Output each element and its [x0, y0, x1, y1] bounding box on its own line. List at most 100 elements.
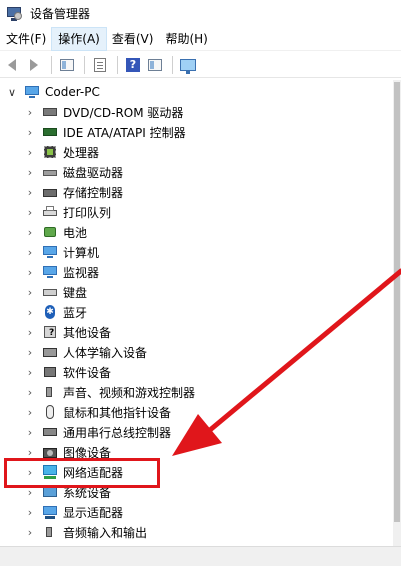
tree-item[interactable]: › DVD/CD-ROM 驱动器 [24, 102, 184, 122]
chevron-right-icon[interactable]: › [24, 406, 36, 419]
chevron-right-icon[interactable]: › [24, 226, 36, 239]
tree-item-label: 通用串行总线控制器 [63, 425, 172, 440]
speaker-icon [42, 384, 58, 400]
tree-item-label: 处理器 [63, 145, 100, 160]
tree-item-label: 监视器 [63, 265, 100, 280]
forward-arrow-icon [30, 58, 38, 71]
tree-item[interactable]: › 鼠标和其他指针设备 [24, 402, 171, 422]
chevron-right-icon[interactable]: › [24, 326, 36, 339]
back-button[interactable] [2, 55, 22, 75]
chevron-right-icon[interactable]: › [24, 346, 36, 359]
tree-item-label: 打印队列 [63, 205, 112, 220]
chevron-right-icon[interactable]: › [24, 366, 36, 379]
scan-hardware-button[interactable] [178, 55, 198, 75]
software-device-icon [42, 364, 58, 380]
tree-item[interactable]: › 打印队列 [24, 202, 111, 222]
status-bar [0, 546, 401, 566]
tree-item-label: 软件设备 [63, 365, 112, 380]
tree-item-label: 音频输入和输出 [63, 525, 148, 540]
tree-item[interactable]: › ✱ 蓝牙 [24, 302, 87, 322]
tree-item-label: 鼠标和其他指针设备 [63, 405, 172, 420]
view-icon [148, 58, 162, 71]
processor-icon [42, 144, 58, 160]
bluetooth-icon: ✱ [45, 305, 55, 319]
toolbar-separator [172, 55, 173, 74]
storage-controller-icon [42, 184, 58, 200]
properties-button[interactable] [57, 55, 77, 75]
tree-item[interactable]: › 监视器 [24, 262, 99, 282]
tree-root[interactable]: ∨ Coder-PC [6, 82, 100, 102]
tree-item[interactable]: › 人体学输入设备 [24, 342, 147, 362]
chevron-right-icon[interactable]: › [24, 426, 36, 439]
tree-item[interactable]: › 处理器 [24, 142, 99, 162]
toolbar-separator [117, 55, 118, 74]
chevron-right-icon[interactable]: › [24, 206, 36, 219]
device-manager-icon [6, 6, 22, 22]
computer-icon [42, 244, 58, 260]
back-arrow-icon [8, 58, 16, 71]
vertical-scrollbar[interactable] [393, 80, 401, 546]
dvd-drive-icon [42, 104, 58, 120]
tree-item[interactable]: › 显示适配器 [24, 502, 123, 522]
chevron-right-icon[interactable]: › [24, 266, 36, 279]
printer-icon [42, 204, 58, 220]
chevron-right-icon[interactable]: › [24, 386, 36, 399]
tree-item[interactable]: › 磁盘驱动器 [24, 162, 123, 182]
tree-item-label: 人体学输入设备 [63, 345, 148, 360]
computer-icon [24, 84, 40, 100]
tree-item-label: 存储控制器 [63, 185, 124, 200]
chevron-right-icon[interactable]: › [24, 446, 36, 459]
chevron-right-icon[interactable]: › [24, 186, 36, 199]
scrollbar-thumb[interactable] [394, 82, 400, 522]
chevron-right-icon[interactable]: › [24, 246, 36, 259]
disk-drive-icon [42, 164, 58, 180]
chevron-right-icon[interactable]: › [24, 106, 36, 119]
tree-item-label: 计算机 [63, 245, 100, 260]
tree-item-label: 其他设备 [63, 325, 112, 340]
chevron-right-icon[interactable]: › [24, 306, 36, 319]
tree-item[interactable]: › 音频输入和输出 [24, 522, 147, 542]
menu-action[interactable]: 操作(A) [51, 26, 107, 51]
tree-item[interactable]: › 电池 [24, 222, 87, 242]
chevron-right-icon[interactable]: › [24, 506, 36, 519]
tree-item-label: IDE ATA/ATAPI 控制器 [63, 125, 186, 140]
mouse-icon [42, 404, 58, 420]
forward-button[interactable] [24, 55, 44, 75]
tree-item[interactable]: › ? 其他设备 [24, 322, 111, 342]
tree-item[interactable]: › 声音、视频和游戏控制器 [24, 382, 195, 402]
help-button[interactable]: ? [123, 55, 143, 75]
chevron-right-icon[interactable]: › [24, 166, 36, 179]
keyboard-icon [42, 284, 58, 300]
chevron-right-icon[interactable]: › [24, 286, 36, 299]
other-device-icon: ? [42, 324, 58, 340]
tree-item[interactable]: › 键盘 [24, 282, 87, 302]
tree-item[interactable]: › 计算机 [24, 242, 99, 262]
chevron-down-icon[interactable]: ∨ [6, 86, 18, 99]
toolbar: ? [0, 52, 401, 78]
tree-item-label: 键盘 [63, 285, 88, 300]
toolbar-separator [51, 55, 52, 74]
title-bar: 设备管理器 [0, 0, 401, 27]
menu-bar: 文件(F) 操作(A) 查看(V) 帮助(H) [0, 26, 401, 51]
view-button[interactable] [145, 55, 165, 75]
monitor-icon [42, 264, 58, 280]
display-adapter-icon [42, 504, 58, 520]
tree-item[interactable]: › IDE ATA/ATAPI 控制器 [24, 122, 186, 142]
tree-item[interactable]: › 通用串行总线控制器 [24, 422, 171, 442]
menu-file[interactable]: 文件(F) [0, 28, 52, 50]
menu-view[interactable]: 查看(V) [106, 28, 160, 50]
tree-item-label: 磁盘驱动器 [63, 165, 124, 180]
ide-controller-icon [42, 124, 58, 140]
tree-item[interactable]: › 软件设备 [24, 362, 111, 382]
tree-item[interactable]: › 存储控制器 [24, 182, 123, 202]
tree-item-label: 显示适配器 [63, 505, 124, 520]
chevron-right-icon[interactable]: › [24, 126, 36, 139]
toolbar-separator [84, 55, 85, 74]
chevron-right-icon[interactable]: › [24, 526, 36, 539]
list-button[interactable] [90, 55, 110, 75]
scan-hardware-icon [180, 58, 196, 74]
tree-root-label: Coder-PC [45, 85, 100, 99]
menu-help[interactable]: 帮助(H) [159, 28, 213, 50]
help-icon: ? [126, 57, 140, 72]
chevron-right-icon[interactable]: › [24, 146, 36, 159]
